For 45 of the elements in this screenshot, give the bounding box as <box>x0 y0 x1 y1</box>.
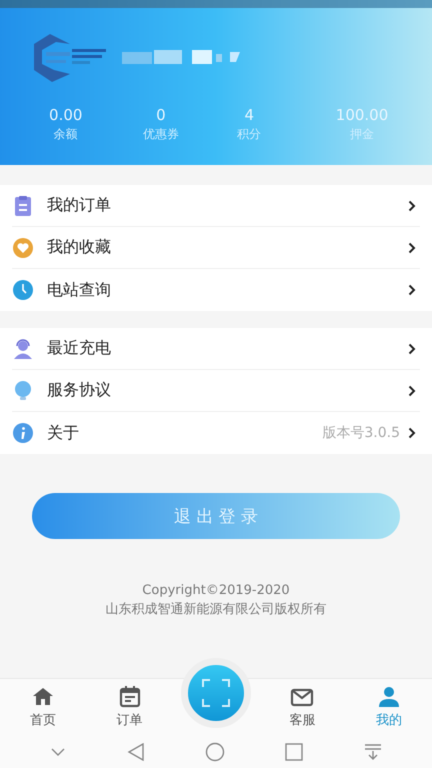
recents-icon[interactable] <box>285 742 304 760</box>
stat-value: 0.00 <box>49 106 82 124</box>
menu-item[interactable]: 我的收藏 <box>12 227 420 269</box>
person-icon <box>376 685 401 709</box>
version-text: 版本号3.0.5 <box>322 424 400 442</box>
chevron-icon <box>408 242 416 254</box>
bulb-icon <box>12 380 34 402</box>
menu-label: 关于 <box>47 422 80 444</box>
stat-label: 优惠券 <box>142 126 179 143</box>
scan-icon <box>201 678 231 708</box>
menu-item[interactable]: 电站查询 <box>12 269 420 311</box>
stat-label: 积分 <box>237 126 262 143</box>
stat-value: 100.00 <box>336 106 388 124</box>
chevron-icon <box>408 427 416 439</box>
tab-item[interactable]: 订单 <box>86 679 173 735</box>
tab-item[interactable]: 首页 <box>0 679 86 735</box>
chevron-icon <box>408 284 416 296</box>
back-icon[interactable] <box>126 742 145 760</box>
stat-label: 押金 <box>350 126 374 143</box>
tab-item[interactable]: 客服 <box>259 679 346 735</box>
home-button-icon[interactable] <box>204 742 225 762</box>
person-icon <box>12 338 34 360</box>
clipboard-icon <box>12 194 34 216</box>
menu-label: 电站查询 <box>47 280 112 300</box>
notification-pull-icon[interactable] <box>364 742 382 760</box>
company-text: 山东积成智通新能源有限公司版权所有 <box>104 601 328 619</box>
menu-label: 最近充电 <box>47 338 112 359</box>
menu-label: 我的订单 <box>47 195 112 216</box>
calendar-icon <box>118 685 142 709</box>
menu-label: 服务协议 <box>47 380 112 401</box>
menu-item[interactable]: 我的订单 <box>12 185 420 227</box>
chevron-down-icon[interactable] <box>50 746 66 756</box>
stat-value: 0 <box>156 106 166 124</box>
menu-item[interactable]: 关于 版本号3.0.5 <box>12 412 420 454</box>
chevron-icon <box>408 342 416 354</box>
info-icon <box>12 422 34 444</box>
menu-label: 我的收藏 <box>47 237 112 258</box>
stat-value: 4 <box>244 106 254 124</box>
stat-label: 余额 <box>54 126 78 143</box>
clock-icon <box>12 279 34 301</box>
menu-item[interactable]: 服务协议 <box>12 370 420 412</box>
menu-item[interactable]: 最近充电 <box>12 328 420 370</box>
chevron-icon <box>408 200 416 212</box>
chevron-icon <box>408 384 416 396</box>
copyright-text: Copyright©2019-2020 <box>141 582 291 600</box>
